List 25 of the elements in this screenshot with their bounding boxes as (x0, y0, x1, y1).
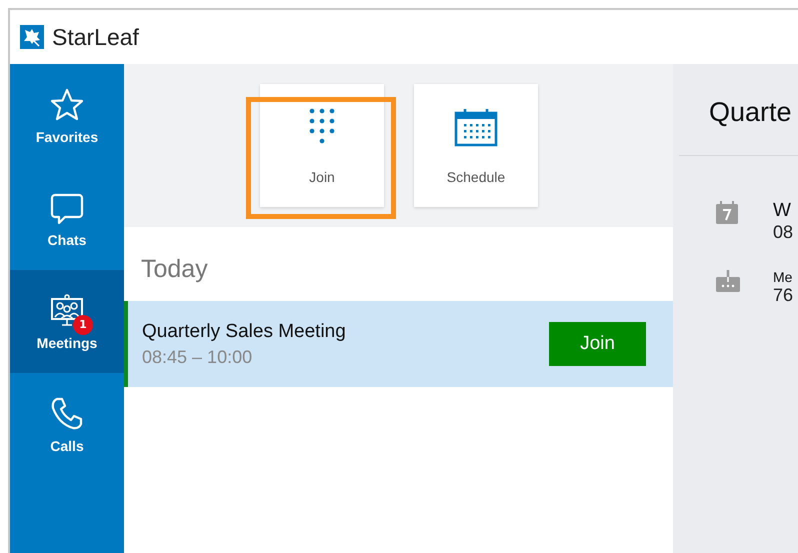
dial-in-icon (715, 269, 741, 295)
meeting-row[interactable]: Quarterly Sales Meeting 08:45 – 10:00 Join (124, 301, 673, 387)
join-button[interactable]: Join (549, 322, 646, 366)
notification-badge: 1 (73, 314, 93, 334)
nav-item[interactable]: Favorites (10, 64, 124, 167)
action-button[interactable]: Join (260, 84, 384, 207)
detail-value: 76 (773, 285, 794, 306)
meeting-title: Quarterly Sales Meeting (142, 320, 346, 342)
detail-value: 08 (773, 222, 794, 243)
app-logo-icon (20, 25, 44, 49)
meeting-time: 08:45 – 10:00 (142, 346, 254, 368)
meeting-detail-title: Quarte (679, 64, 798, 156)
phone-icon (49, 396, 85, 432)
detail-label: W (773, 200, 792, 222)
action-button[interactable]: Schedule (414, 84, 538, 207)
calendar-icon (454, 106, 498, 146)
star-icon (49, 86, 85, 122)
nav-item[interactable]: 1 Meetings (10, 270, 124, 373)
section-heading: Today (140, 254, 209, 285)
nav-item[interactable]: Chats (10, 167, 124, 270)
meeting-screen-icon (49, 292, 85, 328)
nav-item[interactable]: Calls (10, 373, 124, 476)
detail-label: Me (773, 269, 794, 285)
window-title: StarLeaf (52, 24, 139, 50)
calendar-day-icon (715, 200, 741, 226)
